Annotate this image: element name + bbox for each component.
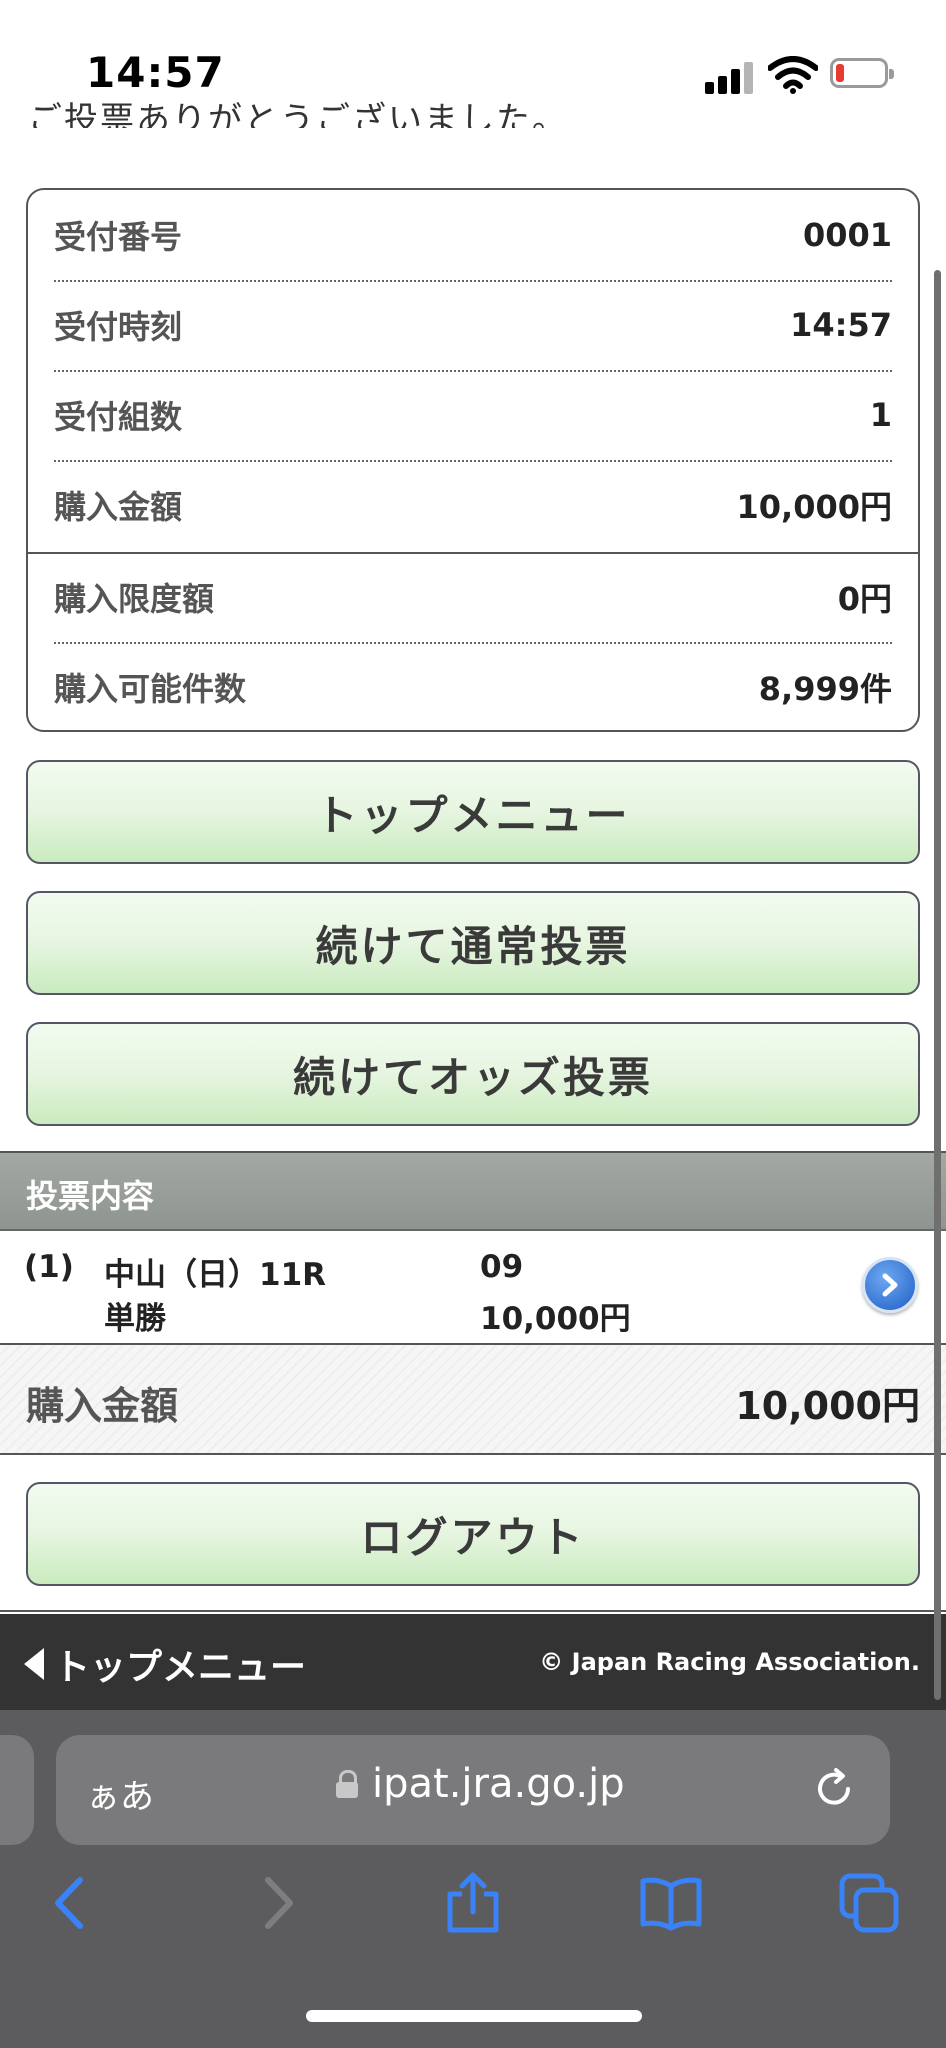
thank-you-message: ご投票ありがとうございました。 [28, 100, 568, 128]
bet-amount: 10,000円 [480, 1301, 631, 1337]
lock-icon [336, 1770, 358, 1798]
url-text: ipat.jra.go.jp [372, 1761, 625, 1807]
footer-bar: トップメニュー © Japan Racing Association. [0, 1614, 946, 1710]
total-label: 購入金額 [26, 1384, 179, 1428]
logout-button[interactable]: ログアウト [26, 1482, 920, 1586]
total-value: 10,000円 [735, 1384, 920, 1428]
receipt-value: 10,000円 [736, 488, 893, 526]
receipt-row-available: 購入可能件数 8,999件 [54, 642, 892, 732]
page-settings-button[interactable]: ぁあ [86, 1769, 154, 1818]
receipt-card: 受付番号 0001 受付時刻 14:57 受付組数 1 購入金額 10,000円… [26, 188, 920, 732]
previous-tab-preview[interactable] [0, 1735, 34, 1845]
scrollbar[interactable] [934, 270, 941, 1700]
receipt-label: 受付時刻 [54, 308, 183, 346]
home-indicator[interactable] [306, 2010, 642, 2022]
address-bar[interactable]: ぁあ ipat.jra.go.jp [56, 1735, 890, 1845]
receipt-label: 受付組数 [54, 398, 183, 436]
reload-icon[interactable] [810, 1765, 858, 1813]
receipt-row-count: 受付組数 1 [54, 370, 892, 462]
continue-odds-vote-button[interactable]: 続けてオッズ投票 [26, 1022, 920, 1126]
bet-type: 単勝 [104, 1301, 166, 1337]
receipt-value: 1 [869, 396, 892, 434]
total-amount-row: 購入金額 10,000円 [0, 1345, 946, 1455]
bookmarks-icon[interactable] [640, 1872, 702, 1934]
cellular-signal-icon [705, 62, 755, 94]
receipt-row-number: 受付番号 0001 [54, 190, 892, 282]
continue-normal-vote-button[interactable]: 続けて通常投票 [26, 891, 920, 995]
receipt-value: 0001 [802, 216, 892, 254]
receipt-row-limit: 購入限度額 0円 [54, 552, 892, 644]
footer-back-label: トップメニュー [54, 1647, 307, 1688]
receipt-label: 購入可能件数 [54, 670, 247, 708]
page-divider [0, 1610, 946, 1612]
bet-number: (1) [24, 1249, 74, 1285]
receipt-value: 0円 [837, 580, 892, 618]
share-icon[interactable] [442, 1872, 504, 1934]
receipt-label: 購入限度額 [54, 580, 215, 618]
chevron-right-icon[interactable] [862, 1257, 918, 1313]
bet-contents-header: 投票内容 [0, 1151, 946, 1231]
section-title: 投票内容 [26, 1177, 155, 1215]
bet-item-row[interactable]: (1) 中山（日）11R 単勝 09 10,000円 [0, 1231, 946, 1345]
receipt-row-amount: 購入金額 10,000円 [54, 460, 892, 550]
receipt-value: 14:57 [790, 306, 892, 344]
url-display[interactable]: ipat.jra.go.jp [336, 1761, 625, 1807]
bet-horse-number: 09 [480, 1249, 524, 1285]
battery-icon [830, 58, 894, 88]
receipt-value: 8,999件 [758, 670, 892, 708]
forward-icon[interactable] [244, 1872, 306, 1934]
browser-bottom-bar: ぁあ ipat.jra.go.jp [0, 1710, 946, 2048]
back-triangle-icon [24, 1648, 44, 1680]
wifi-icon [768, 56, 818, 94]
receipt-row-time: 受付時刻 14:57 [54, 280, 892, 372]
tabs-icon[interactable] [838, 1872, 900, 1934]
receipt-label: 購入金額 [54, 488, 183, 526]
bet-venue: 中山（日）11R [104, 1257, 327, 1293]
back-icon[interactable] [42, 1872, 104, 1934]
footer-top-menu-link[interactable]: トップメニュー [24, 1638, 306, 1690]
top-menu-button[interactable]: トップメニュー [26, 760, 920, 864]
receipt-label: 受付番号 [54, 218, 183, 256]
copyright-text: © Japan Racing Association. [539, 1648, 920, 1676]
